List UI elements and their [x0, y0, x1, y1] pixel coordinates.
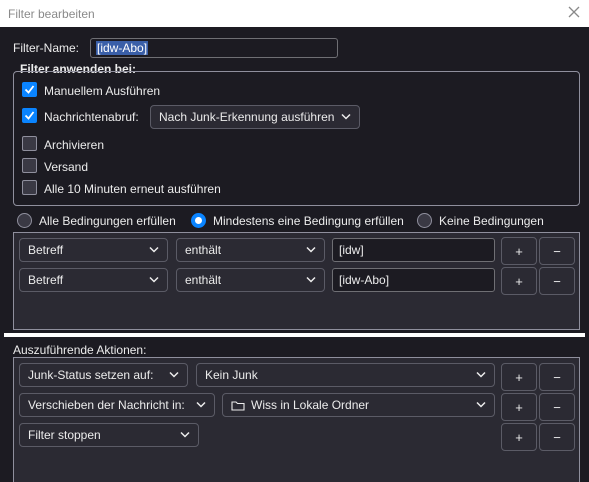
condition-operator-dropdown[interactable]: enthält [176, 268, 325, 292]
action-type-dropdown[interactable]: Junk-Status setzen auf: [19, 363, 188, 387]
condition-value-text: [idw-Abo] [339, 273, 390, 287]
radio-no-conditions-label: Keine Bedingungen [439, 214, 544, 228]
radio-any-condition[interactable] [191, 213, 206, 228]
checkmark-icon [24, 111, 35, 120]
condition-operator-value: enthält [185, 273, 222, 287]
archive-label: Archivieren [44, 138, 105, 152]
fetch-timing-value: Nach Junk-Erkennung ausführen [159, 110, 335, 124]
condition-field-dropdown[interactable]: Betreff [19, 268, 168, 292]
remove-condition-button[interactable]: − [539, 237, 575, 265]
close-icon[interactable] [567, 5, 581, 19]
fetch-timing-dropdown[interactable]: Nach Junk-Erkennung ausführen [150, 105, 360, 129]
chevron-down-icon [306, 246, 316, 253]
manual-run-checkbox[interactable] [22, 82, 37, 97]
action-target-dropdown[interactable]: Wiss in Lokale Ordner [222, 393, 495, 417]
chevron-down-icon [476, 401, 486, 408]
action-target-dropdown[interactable]: Kein Junk [196, 363, 495, 387]
chevron-down-icon [180, 431, 190, 438]
chevron-down-icon [196, 401, 206, 408]
condition-value-input[interactable]: [idw-Abo] [332, 268, 495, 292]
periodic-checkbox[interactable] [22, 180, 37, 195]
chevron-down-icon [306, 276, 316, 283]
condition-value-text: [idw] [339, 243, 364, 257]
add-condition-button[interactable]: + [501, 237, 537, 265]
chevron-down-icon [341, 113, 351, 120]
add-action-button[interactable]: + [501, 423, 537, 451]
condition-field-value: Betreff [28, 273, 64, 287]
radio-no-conditions[interactable] [417, 213, 432, 228]
filter-name-value: [idw-Abo] [96, 41, 149, 55]
remove-action-button[interactable]: − [539, 423, 575, 451]
action-type-value: Junk-Status setzen auf: [28, 368, 154, 382]
chevron-down-icon [149, 276, 159, 283]
checkmark-icon [24, 85, 35, 94]
radio-all-conditions[interactable] [17, 213, 32, 228]
actions-label: Auszuführende Aktionen: [13, 343, 147, 357]
window-title: Filter bearbeiten [8, 6, 95, 21]
action-target-value: Wiss in Lokale Ordner [251, 398, 370, 412]
condition-field-dropdown[interactable]: Betreff [19, 238, 168, 262]
add-action-button[interactable]: + [501, 363, 537, 391]
send-checkbox[interactable] [22, 158, 37, 173]
title-bar: Filter bearbeiten [0, 0, 589, 27]
condition-operator-value: enthält [185, 243, 222, 257]
remove-condition-button[interactable]: − [539, 267, 575, 295]
manual-run-label: Manuellem Ausführen [44, 84, 161, 98]
action-type-dropdown[interactable]: Filter stoppen [19, 423, 199, 447]
fetch-label: Nachrichtenabruf: [44, 110, 139, 124]
remove-action-button[interactable]: − [539, 363, 575, 391]
condition-value-input[interactable]: [idw] [332, 238, 495, 262]
chevron-down-icon [149, 246, 159, 253]
filter-name-input[interactable]: [idw-Abo] [90, 38, 338, 58]
action-type-dropdown[interactable]: Verschieben der Nachricht in: [19, 393, 215, 417]
chevron-down-icon [476, 371, 486, 378]
pane-splitter[interactable] [4, 333, 585, 337]
fetch-checkbox[interactable] [22, 108, 37, 123]
condition-field-value: Betreff [28, 243, 64, 257]
send-label: Versand [44, 160, 89, 174]
remove-action-button[interactable]: − [539, 393, 575, 421]
chevron-down-icon [169, 371, 179, 378]
folder-icon [231, 400, 245, 411]
add-condition-button[interactable]: + [501, 267, 537, 295]
radio-all-conditions-label: Alle Bedingungen erfüllen [39, 214, 176, 228]
archive-checkbox[interactable] [22, 136, 37, 151]
radio-any-condition-label: Mindestens eine Bedingung erfüllen [213, 214, 404, 228]
condition-operator-dropdown[interactable]: enthält [176, 238, 325, 262]
action-target-value: Kein Junk [205, 368, 258, 382]
periodic-label: Alle 10 Minuten erneut ausführen [44, 182, 221, 196]
filter-name-label: Filter-Name: [13, 41, 80, 55]
add-action-button[interactable]: + [501, 393, 537, 421]
action-type-value: Verschieben der Nachricht in: [28, 398, 185, 412]
action-type-value: Filter stoppen [28, 428, 101, 442]
